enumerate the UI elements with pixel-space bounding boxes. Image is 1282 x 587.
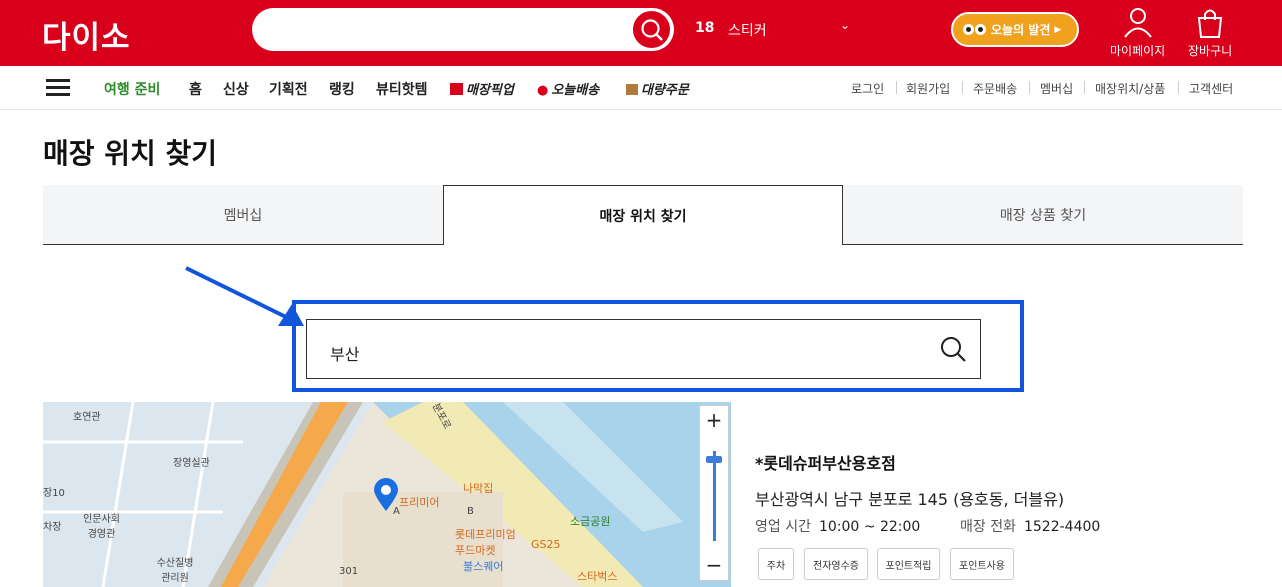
discover-label: 오늘의 발견 [991, 23, 1051, 37]
nav-store-pickup[interactable]: 매장픽업 [450, 79, 514, 98]
hours-value: 10:00 ~ 22:00 [818, 519, 921, 535]
map-label: 장영실관 [173, 458, 210, 469]
divider [1084, 81, 1085, 94]
nav-home[interactable]: 홈 [189, 79, 202, 99]
store-search-value: 부산 [330, 345, 360, 364]
zoom-out-button[interactable]: − [700, 551, 728, 579]
nav-bulk-order-label: 대량주문 [641, 83, 689, 98]
map-label: B [467, 506, 474, 517]
map-label: 롯데프리미엄 푸드마켓 [455, 528, 516, 557]
store-phone: 매장 전화 1522-4400 [960, 516, 1100, 536]
cart-link[interactable]: 장바구니 [1188, 6, 1232, 59]
user-icon [1123, 8, 1152, 38]
map-label: GS25 [531, 538, 561, 551]
amenity-chip: 포인트사용 [950, 548, 1014, 580]
util-membership[interactable]: 멤버십 [1040, 80, 1073, 97]
nav-today-delivery-label: 오늘배송 [551, 83, 600, 98]
util-store-location[interactable]: 매장위치/상품 [1095, 80, 1165, 97]
eyes-icon [963, 24, 986, 35]
mypage-link[interactable]: 마이페이지 [1110, 6, 1165, 59]
zoom-slider-handle[interactable] [706, 456, 722, 463]
trending-keyword[interactable]: 스티커 [728, 20, 767, 40]
tab-membership[interactable]: 멤버십 [43, 185, 443, 245]
global-search-input[interactable] [252, 8, 674, 51]
util-customer-center[interactable]: 고객센터 [1189, 80, 1233, 97]
nav-ranking[interactable]: 랭킹 [329, 79, 355, 99]
divider [1029, 81, 1030, 94]
store-tabs: 멤버십 매장 위치 찾기 매장 상품 찾기 [43, 185, 1243, 245]
divider [962, 81, 963, 94]
store-search-input[interactable]: 부산 [306, 319, 981, 379]
hamburger-menu-icon[interactable] [46, 79, 70, 97]
chevron-down-icon[interactable]: ⌄ [840, 18, 850, 32]
store-map[interactable]: 호연관 장영실관 장10 차장 인문사회 경영관 수산질병 관리원 301 프리… [43, 402, 731, 587]
amenity-chip: 주차 [758, 548, 794, 580]
top-header: 다이소 18 스티커 ⌄ 오늘의 발견 ▶ 마이페이지 장바구니 [0, 0, 1282, 66]
divider [1178, 81, 1179, 94]
search-icon[interactable] [940, 336, 966, 362]
nav-new[interactable]: 신상 [223, 79, 249, 99]
divider [896, 81, 897, 94]
trending-rank: 18 [695, 20, 715, 36]
annotation-arrow-icon [185, 266, 304, 326]
amenity-chip: 포인트적립 [877, 548, 940, 580]
map-label: 소금공원 [570, 515, 611, 528]
zoom-track[interactable] [713, 451, 716, 541]
store-icon [450, 83, 463, 95]
map-label: 수산질병 관리원 [156, 558, 194, 584]
box-icon [626, 84, 638, 95]
store-address: 부산광역시 남구 분포로 145 (용호동, 더블유) [755, 490, 1065, 509]
map-pin-icon[interactable] [373, 478, 399, 512]
category-nav: 여행 준비 홈 신상 기획전 랭킹 뷰티핫템 매장픽업 ● 오늘배송 대량주문 로… [0, 66, 1282, 110]
tab-store-products[interactable]: 매장 상품 찾기 [843, 185, 1243, 245]
map-label: 호연관 [73, 412, 101, 423]
play-icon: ▶ [1054, 24, 1062, 35]
scooter-icon: ● [537, 83, 549, 98]
discover-button[interactable]: 오늘의 발견 ▶ [951, 12, 1079, 47]
nav-travel-prep[interactable]: 여행 준비 [104, 79, 160, 99]
map-label: 스타벅스 [577, 570, 618, 583]
search-button[interactable] [631, 9, 672, 50]
phone-value: 1522-4400 [1023, 519, 1101, 535]
search-icon [640, 18, 663, 41]
hours-label: 영업 시간 [755, 519, 811, 535]
phone-label: 매장 전화 [960, 519, 1016, 535]
store-name[interactable]: *롯데슈퍼부산용호점 [755, 450, 896, 474]
map-label: 301 [339, 566, 359, 577]
nav-bulk-order[interactable]: 대량주문 [626, 79, 689, 98]
nav-store-pickup-label: 매장픽업 [466, 83, 514, 98]
map-label: 인문사회 경영관 [83, 514, 120, 540]
util-login[interactable]: 로그인 [851, 80, 884, 97]
mypage-label: 마이페이지 [1110, 44, 1166, 58]
daiso-logo[interactable]: 다이소 [42, 12, 131, 57]
cart-label: 장바구니 [1188, 44, 1233, 58]
map-label: 프리미어 [399, 496, 440, 509]
page-title: 매장 위치 찾기 [43, 137, 218, 170]
nav-today-delivery[interactable]: ● 오늘배송 [537, 79, 599, 98]
nav-promotions[interactable]: 기획전 [269, 79, 308, 99]
amenity-chip: 전자영수증 [804, 548, 868, 580]
util-orders[interactable]: 주문배송 [973, 80, 1017, 97]
nav-beauty[interactable]: 뷰티핫템 [376, 79, 428, 99]
map-zoom-control: + − [699, 405, 729, 581]
map-label: 불스퀘어 [463, 560, 504, 573]
map-label: 나막집 [463, 482, 494, 495]
tab-store-location[interactable]: 매장 위치 찾기 [443, 185, 843, 245]
shopping-bag-icon [1197, 9, 1223, 38]
store-hours: 영업 시간 10:00 ~ 22:00 [755, 516, 920, 536]
map-label: 장10 [43, 488, 65, 499]
map-label: 차장 [43, 522, 62, 533]
zoom-in-button[interactable]: + [700, 406, 728, 434]
util-signup[interactable]: 회원가입 [906, 80, 950, 97]
